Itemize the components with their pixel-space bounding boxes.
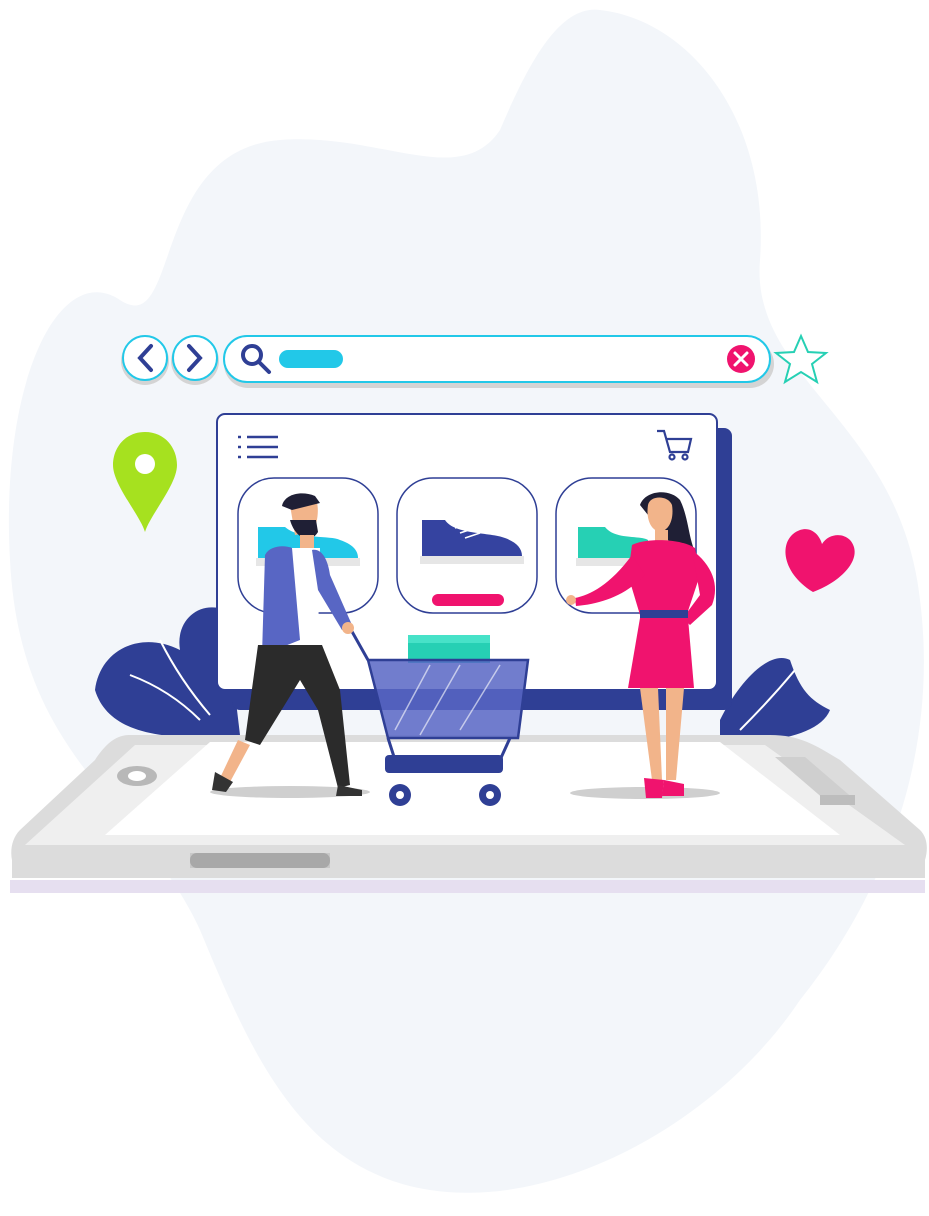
product-card-2[interactable] [396,477,538,614]
tablet-home-bar [190,853,330,868]
search-query-placeholder [279,350,343,368]
search-input[interactable] [223,335,774,388]
shopping-illustration [8,9,927,1193]
back-button[interactable] [121,335,169,385]
woman-shadow [570,787,720,799]
forward-button[interactable] [171,335,219,385]
add-to-cart-button[interactable] [432,594,504,606]
clear-search-button[interactable] [727,345,755,373]
